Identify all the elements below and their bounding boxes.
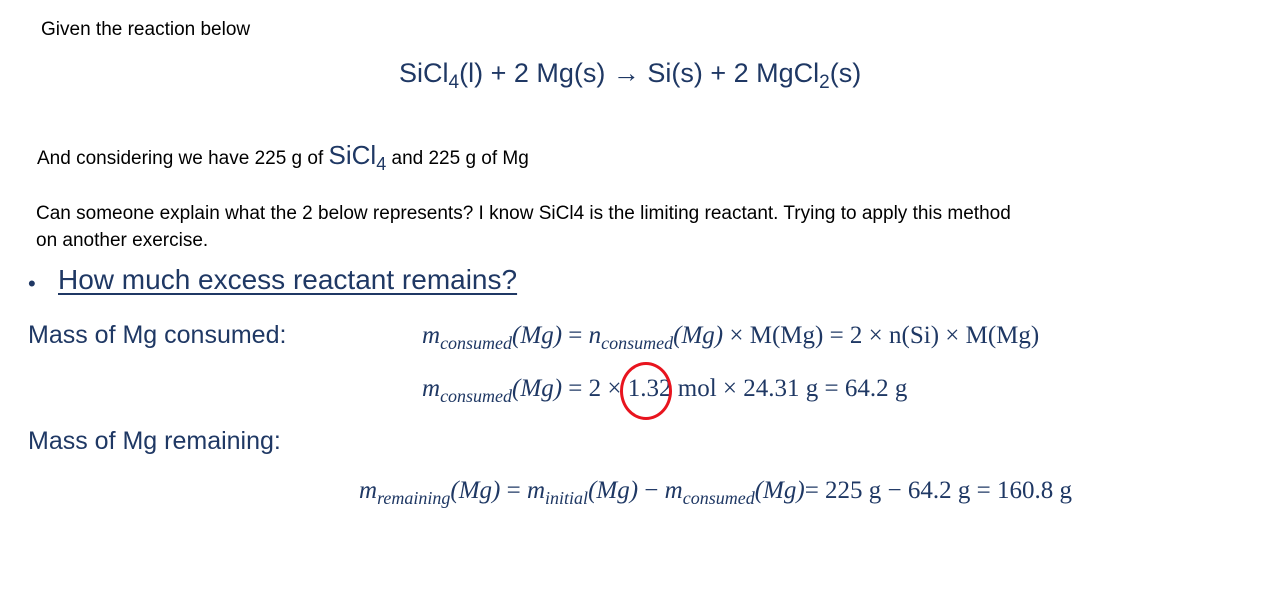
consumed-label: Mass of Mg consumed: (28, 321, 287, 349)
highlighted-coefficient: 2 (588, 375, 602, 402)
subscript: 2 (819, 72, 830, 93)
given-formula: SiCl4 (328, 140, 387, 173)
arg: (Mg) (512, 375, 563, 402)
remaining-label: Mass of Mg remaining: (28, 427, 281, 455)
subscript: initial (545, 488, 589, 508)
equation-consumed-general: mconsumed(Mg) = nconsumed(Mg) × M(Mg) = … (422, 322, 1040, 353)
rest: × M(Mg) = 2 × n(Si) × M(Mg) (723, 322, 1040, 349)
reaction-equation: SiCl4(l) + 2 Mg(s) → Si(s) + 2 MgCl2(s) (399, 58, 862, 92)
products: Si(s) + 2 MgCl (639, 58, 820, 88)
given-suffix: and 225 g of Mg (386, 148, 529, 169)
var: m (422, 322, 441, 349)
subscript: 4 (376, 154, 387, 174)
bullet-icon: • (28, 271, 36, 296)
subscript: consumed (440, 386, 513, 406)
arg: (Mg) (673, 322, 724, 349)
arg: (Mg) (512, 322, 563, 349)
subscript: consumed (682, 488, 755, 508)
var: m (359, 477, 378, 504)
question-line-1: Can someone explain what the 2 below rep… (36, 203, 1011, 224)
minus: − (638, 477, 665, 504)
subscript: remaining (377, 488, 451, 508)
subscript: 4 (448, 72, 460, 93)
equation-remaining: mremaining(Mg) = minitial(Mg) − mconsume… (359, 477, 1072, 508)
reactant-sicl4: SiCl (399, 58, 449, 88)
equals: = (562, 375, 589, 402)
subscript: consumed (440, 333, 513, 353)
arg: (Mg) (588, 477, 639, 504)
question-line-2: on another exercise. (36, 230, 209, 251)
intro-text: Given the reaction below (41, 19, 251, 40)
red-circle-annotation (620, 362, 672, 420)
rest: = 225 g − 64.2 g = 160.8 g (804, 477, 1072, 504)
state: (s) (829, 58, 862, 88)
arrow-icon: → (612, 58, 640, 88)
var: m (422, 375, 441, 402)
var: n (588, 322, 602, 349)
arg: (Mg) (450, 477, 501, 504)
equals: = (562, 322, 589, 349)
slide-heading: How much excess reactant remains? (58, 264, 518, 295)
reactant-mg: + 2 Mg(s) (483, 58, 613, 88)
state: (l) (459, 58, 484, 88)
var: m (664, 477, 683, 504)
equals: = (500, 477, 527, 504)
arg: (Mg) (754, 477, 805, 504)
subscript: consumed (601, 333, 674, 353)
given-prefix: And considering we have 225 g of (37, 148, 329, 169)
given-text: And considering we have 225 g of SiCl4 a… (37, 140, 529, 173)
var: m (526, 477, 546, 504)
formula: SiCl (328, 140, 377, 170)
